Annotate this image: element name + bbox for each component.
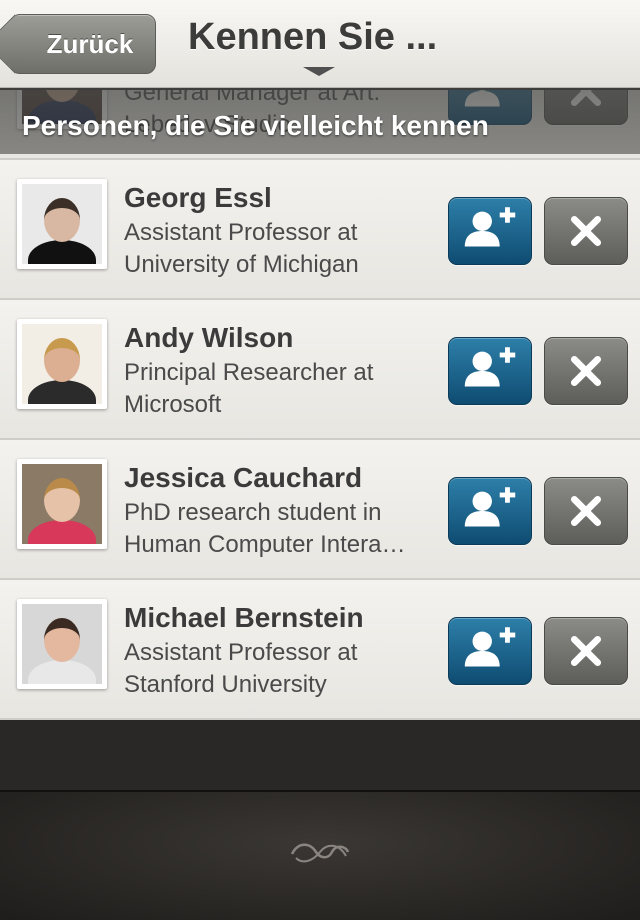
- close-icon: [570, 355, 602, 387]
- back-button-label: Zurück: [46, 28, 134, 59]
- person-headline-line2: Stanford University: [124, 671, 327, 698]
- add-contact-icon: [464, 347, 516, 387]
- person-headline-line2: University of Michigan: [124, 251, 359, 278]
- avatar-face: [44, 338, 80, 382]
- person-headline-line1: PhD research student in: [124, 499, 382, 526]
- back-arrow-shape: [0, 14, 45, 74]
- close-icon: [570, 215, 602, 247]
- avatar-face: [44, 618, 80, 662]
- navigation-bar: Zurück Kennen Sie ...: [0, 0, 640, 88]
- avatar-face: [44, 478, 80, 522]
- person-headline-line1: Assistant Professor at: [124, 219, 358, 246]
- add-contact-button[interactable]: [448, 477, 532, 545]
- person-name[interactable]: Michael Bernstein: [124, 602, 364, 634]
- person-headline-line2: Human Computer Intera…: [124, 531, 406, 558]
- page-title[interactable]: Kennen Sie ...: [188, 16, 437, 59]
- dismiss-button[interactable]: [544, 477, 628, 545]
- avatar[interactable]: [17, 179, 107, 269]
- back-button[interactable]: Zurück: [0, 14, 156, 74]
- dismiss-button[interactable]: [544, 337, 628, 405]
- dismiss-button[interactable]: [544, 197, 628, 265]
- avatar-photo: [22, 324, 102, 404]
- person-headline-line1: Assistant Professor at: [124, 639, 358, 666]
- add-contact-button[interactable]: [448, 617, 532, 685]
- close-icon: [570, 495, 602, 527]
- person-name[interactable]: Georg Essl: [124, 182, 272, 214]
- person-row[interactable]: Georg Essl Assistant Professor at Univer…: [0, 160, 640, 300]
- person-row[interactable]: Jessica Cauchard PhD research student in…: [0, 440, 640, 580]
- avatar-photo: [22, 604, 102, 684]
- add-contact-button[interactable]: [448, 197, 532, 265]
- people-list: Denis Shipkin General Manager at Art. Le…: [0, 90, 640, 790]
- add-contact-button[interactable]: [448, 337, 532, 405]
- avatar-photo: [22, 184, 102, 264]
- section-header: Personen, die Sie vielleicht kennen: [0, 88, 640, 154]
- person-name[interactable]: Jessica Cauchard: [124, 462, 362, 494]
- person-headline-line2: Microsoft: [124, 391, 222, 418]
- avatar[interactable]: [17, 599, 107, 689]
- person-name[interactable]: Andy Wilson: [124, 322, 293, 354]
- ornament-icon: [290, 843, 350, 863]
- add-contact-icon: [464, 487, 516, 527]
- add-contact-icon: [464, 207, 516, 247]
- section-header-title: Personen, die Sie vielleicht kennen: [22, 110, 489, 141]
- avatar-photo: [22, 464, 102, 544]
- chevron-down-icon[interactable]: [303, 67, 335, 76]
- avatar[interactable]: [17, 319, 107, 409]
- add-contact-icon: [464, 627, 516, 667]
- close-icon: [570, 635, 602, 667]
- person-row[interactable]: Andy Wilson Principal Researcher at Micr…: [0, 300, 640, 440]
- avatar-face: [44, 198, 80, 242]
- person-headline-line1: Principal Researcher at: [124, 359, 374, 386]
- person-row[interactable]: Michael Bernstein Assistant Professor at…: [0, 580, 640, 720]
- dismiss-button[interactable]: [544, 617, 628, 685]
- avatar[interactable]: [17, 459, 107, 549]
- footer-bar: [0, 790, 640, 920]
